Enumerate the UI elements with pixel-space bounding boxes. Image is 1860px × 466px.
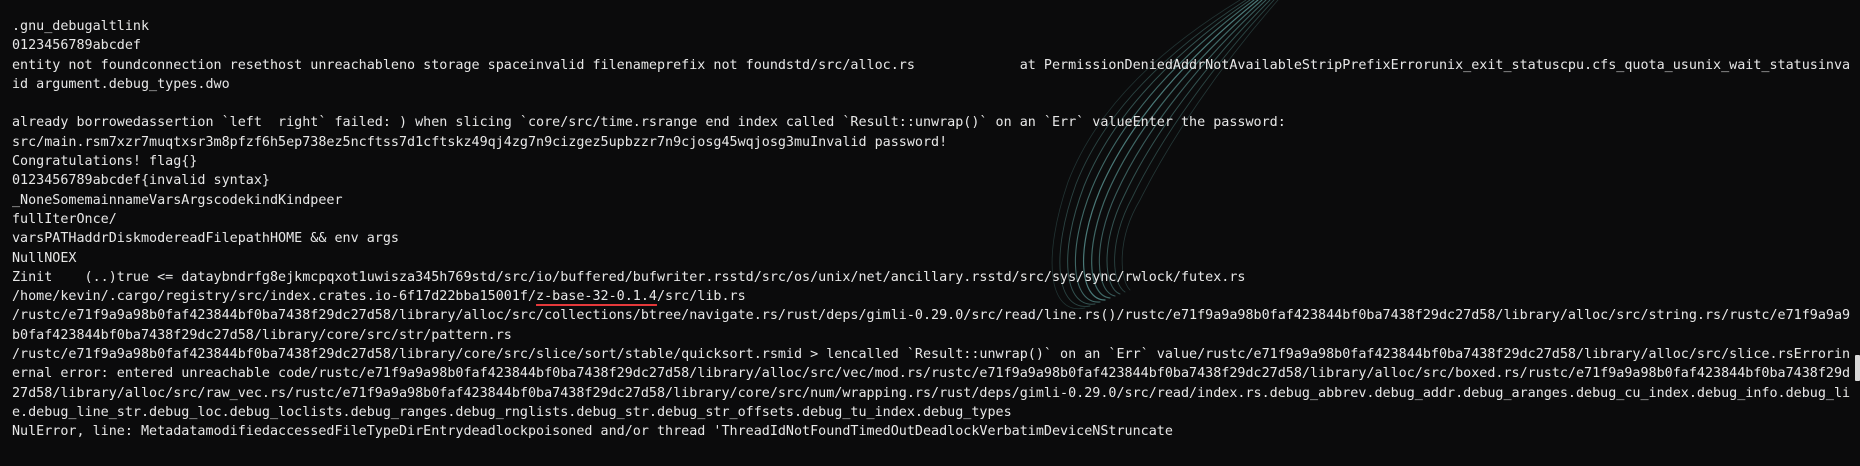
output-line: /rustc/e71f9a9a98b0faf423844bf0ba7438f29…	[12, 308, 1850, 324]
scrollbar-thumb[interactable]	[1855, 355, 1860, 381]
output-line: id argument.debug_types.dwo	[12, 76, 230, 92]
crate-link[interactable]: z-base-32-0.1.4	[536, 289, 657, 304]
output-line: NulError, line: Metadatamodifiedaccessed…	[12, 424, 1173, 440]
output-line: 0123456789abcdef	[12, 38, 141, 54]
output-line: .gnu_debugaltlink	[12, 19, 150, 34]
output-line: varsPATHaddrDiskmodereadFilepathHOME && …	[12, 231, 399, 247]
output-line: Zinit (..)true <= dataybndrfg8ejkmcpqxot…	[12, 269, 1246, 285]
registry-path-prefix: /home/kevin/.cargo/registry/src/index.cr…	[12, 289, 537, 305]
output-line: _NoneSomemainnameVarsArgscodekindKindpee…	[12, 192, 343, 208]
registry-path-suffix: /src/lib.rs	[656, 289, 746, 305]
terminal-window[interactable]: .gnu_debugaltlink 0123456789abcdef entity …	[0, 0, 1860, 466]
output-line: src/main.rsm7xzr7muqtxsr3m8pfzf6h5ep738e…	[12, 134, 948, 150]
output-line: ernal error: entered unreachable code/ru…	[12, 366, 1850, 382]
output-line: 27d58/library/alloc/src/raw_vec.rs/rustc…	[12, 385, 1850, 401]
registry-path-line: /home/kevin/.cargo/registry/src/index.cr…	[12, 287, 1850, 306]
output-line: already borrowedassertion `left right` f…	[12, 115, 1286, 131]
terminal-output: .gnu_debugaltlink 0123456789abcdef entity …	[12, 17, 1850, 442]
output-line: entity not foundconnection resethost unr…	[12, 57, 1850, 73]
output-line: b0faf423844bf0ba7438f29dc27d58/library/c…	[12, 327, 512, 343]
output-line: 0123456789abcdef{invalid syntax}	[12, 173, 270, 189]
output-line: fullIterOnce/	[12, 211, 117, 227]
output-line: NullNOEX	[12, 250, 77, 266]
output-line: Congratulations! flag{}	[12, 154, 198, 170]
output-line: /rustc/e71f9a9a98b0faf423844bf0ba7438f29…	[12, 347, 1850, 363]
output-line: e.debug_line_str.debug_loc.debug_loclist…	[12, 404, 1012, 420]
